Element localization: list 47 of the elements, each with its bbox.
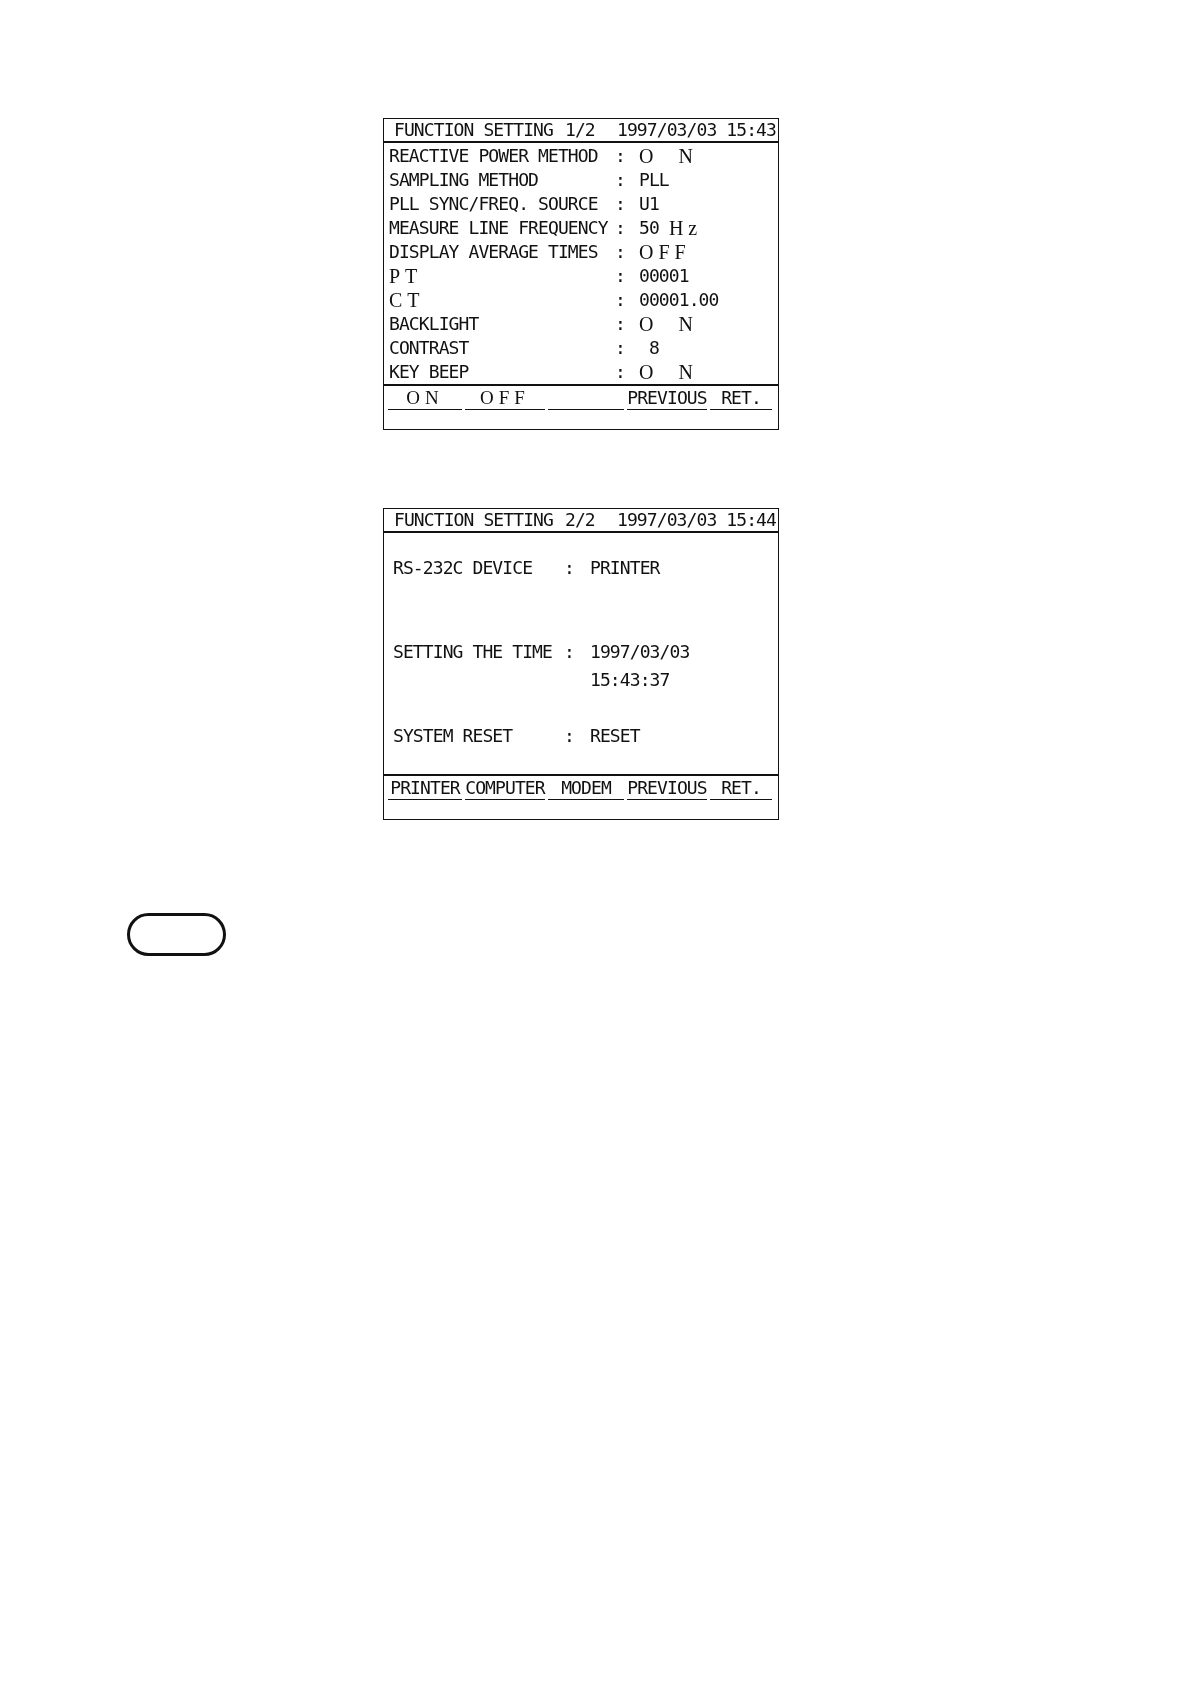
colon-separator: : xyxy=(615,147,625,165)
setting-value: O N xyxy=(639,362,698,382)
setting-label: SETTING THE TIME xyxy=(393,643,552,661)
colon-separator: : xyxy=(564,643,574,661)
date-time: 1997/03/03 15:44 xyxy=(617,511,776,529)
colon-separator: : xyxy=(615,267,625,285)
colon-separator: : xyxy=(615,291,625,309)
colon-separator: : xyxy=(615,171,625,189)
setting-label: SYSTEM RESET xyxy=(393,727,513,745)
date-time: 1997/03/03 15:43 xyxy=(617,121,776,139)
setting-label: KEY BEEP xyxy=(389,363,469,381)
colon-separator: : xyxy=(615,339,625,357)
colon-separator: : xyxy=(564,727,574,745)
setting-label: CT xyxy=(389,290,425,310)
screen-title: FUNCTION SETTING xyxy=(394,511,553,529)
setting-label: REACTIVE POWER METHOD xyxy=(389,147,598,165)
colon-separator: : xyxy=(615,219,625,237)
setting-value: 15:43:37 xyxy=(590,671,670,689)
colon-separator: : xyxy=(615,195,625,213)
setting-label: MEASURE LINE FREQUENCY xyxy=(389,219,608,237)
setting-label: BACKLIGHT xyxy=(389,315,479,333)
setting-value: 00001.00 xyxy=(639,291,719,309)
setting-label: PLL SYNC/FREQ. SOURCE xyxy=(389,195,598,213)
setting-label: RS-232C DEVICE xyxy=(393,559,533,577)
page-indicator: 1/2 xyxy=(565,121,595,139)
unit-label: Hz xyxy=(668,218,703,238)
setting-label: DISPLAY AVERAGE TIMES xyxy=(389,243,598,261)
colon-separator: : xyxy=(615,363,625,381)
setting-label: SAMPLING METHOD xyxy=(389,171,539,189)
setting-value: 00001 xyxy=(639,267,689,285)
setting-value: U1 xyxy=(639,195,659,213)
setting-value: 8 xyxy=(647,339,659,357)
setting-value: PRINTER xyxy=(590,559,660,577)
setting-value: 50 xyxy=(639,219,659,237)
setting-value: 1997/03/03 xyxy=(590,643,690,661)
setting-value: O N xyxy=(639,146,698,166)
colon-separator: : xyxy=(615,243,625,261)
setting-label: CONTRAST xyxy=(389,339,469,357)
screen-title: FUNCTION SETTING xyxy=(394,121,553,139)
setting-value: OFF xyxy=(639,242,691,262)
colon-separator: : xyxy=(615,315,625,333)
setting-label: PT xyxy=(389,266,423,286)
setting-value: PLL xyxy=(639,171,669,189)
setting-value: RESET xyxy=(590,727,640,745)
colon-separator: : xyxy=(564,559,574,577)
page-indicator: 2/2 xyxy=(565,511,595,529)
setting-value: O N xyxy=(639,314,698,334)
